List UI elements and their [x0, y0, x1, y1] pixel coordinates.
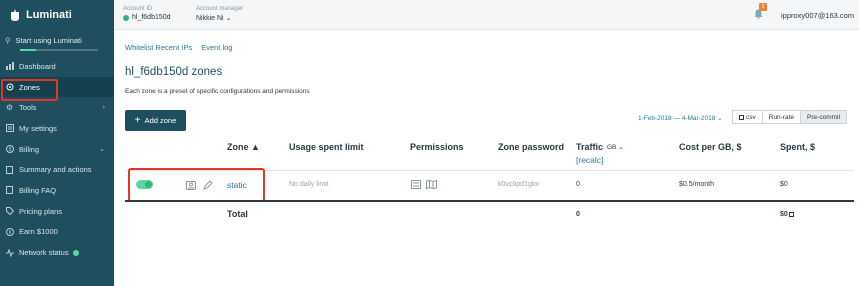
sidebar-item-label: Summary and actions	[19, 165, 92, 175]
sidebar-item-label: Dashboard	[19, 61, 56, 71]
gear-icon: ⚙	[5, 103, 14, 113]
pulse-icon	[5, 248, 14, 257]
info-box-icon[interactable]	[788, 212, 794, 217]
bar-chart-icon	[5, 62, 14, 71]
sidebar-item-label: Billing FAQ	[19, 185, 57, 195]
spent-value: $0	[780, 181, 788, 188]
total-spent-value: $0	[780, 211, 788, 218]
dollar-icon: $	[5, 145, 14, 154]
total-divider	[125, 200, 854, 202]
traffic-unit-select[interactable]: GB ⌄	[607, 143, 624, 151]
account-manager-value: Nikkie Ni	[196, 15, 224, 22]
recalc-link[interactable]: [recalc]	[576, 155, 603, 165]
traffic-value: 0	[576, 181, 580, 188]
luminati-logo-icon	[11, 8, 19, 21]
spent-header: Spent, $	[780, 142, 816, 152]
sidebar-item-earn[interactable]: Earn $1000	[0, 222, 114, 243]
add-zone-button[interactable]: + Add zone	[125, 110, 186, 131]
lightbulb-icon: ⚲	[5, 36, 11, 45]
start-using-label: Start using Luminati	[15, 36, 82, 45]
account-manager-label: Account manager	[196, 6, 244, 12]
sidebar-item-billing[interactable]: $ Billing ⌄	[0, 139, 114, 160]
logo[interactable]: Luminati	[0, 0, 114, 30]
view-buttons: csv Run-rate Pre-commit	[732, 110, 848, 124]
sidebar-item-label: My settings	[19, 123, 57, 133]
account-id-value: hl_f6db150d	[132, 14, 171, 21]
sidebar-item-label: Tools	[19, 103, 37, 113]
sidebar-item-dashboard[interactable]: Dashboard	[0, 56, 114, 77]
zone-header-label: Zone	[227, 142, 249, 152]
status-dot	[72, 249, 79, 256]
cost-value: $0.5/month	[679, 181, 715, 188]
date-range-picker[interactable]: 1-Feb-2018 — 4-Mar-2018 ⌄	[638, 114, 723, 122]
event-log-link[interactable]: Event log	[201, 43, 232, 52]
sidebar-item-billing-faq[interactable]: Billing FAQ	[0, 180, 114, 201]
top-bar: Account ID hl_f6db150d Account manager N…	[114, 0, 859, 30]
whitelist-link[interactable]: Whitelist Recent IPs	[125, 43, 192, 52]
list-icon[interactable]	[411, 180, 421, 189]
chevron-down-icon: ⌄	[717, 115, 723, 122]
traffic-header: Traffic	[576, 142, 604, 152]
plus-icon: +	[134, 115, 141, 126]
csv-icon	[739, 114, 744, 120]
sidebar-item-label: Network status	[19, 248, 69, 258]
svg-text:$: $	[8, 147, 11, 153]
permissions-header: Permissions	[410, 142, 464, 152]
account-manager[interactable]: Account manager Nikkie Ni ⌄	[196, 6, 243, 22]
chevron-down-icon: ⌄	[225, 15, 232, 22]
zone-header[interactable]: Zone ▲	[227, 142, 260, 152]
usage-header: Usage spent limit	[289, 142, 364, 152]
sort-asc-icon: ▲	[251, 142, 260, 152]
cost-header: Cost per GB, $	[679, 142, 742, 152]
total-spent: $0	[780, 211, 794, 218]
sidebar-item-label: Billing	[19, 144, 40, 154]
account-id: Account ID hl_f6db150d	[123, 6, 171, 21]
chevron-down-icon: ⌄	[618, 144, 624, 151]
app-name: Luminati	[26, 9, 72, 21]
sidebar-item-label: Earn $1000	[19, 227, 58, 237]
document-icon	[5, 186, 14, 195]
total-traffic: 0	[576, 211, 580, 218]
notification-badge: 1	[759, 3, 767, 11]
settings-icon	[5, 124, 14, 133]
start-using-section[interactable]: ⚲ Start using Luminati	[0, 30, 114, 56]
page-description: Each zone is a preset of specific config…	[125, 88, 310, 95]
sidebar-item-summary[interactable]: Summary and actions	[0, 159, 114, 180]
csv-button[interactable]: csv	[732, 110, 763, 124]
user-email[interactable]: ipproxy007@163.com	[781, 11, 854, 20]
run-rate-button[interactable]: Run-rate	[761, 110, 802, 124]
highlight-box-zones	[1, 79, 58, 101]
sidebar-item-network-status[interactable]: Network status	[0, 242, 114, 263]
date-range-value: 1-Feb-2018 — 4-Mar-2018	[638, 115, 716, 122]
tag-icon	[5, 207, 14, 216]
account-id-label: Account ID	[123, 6, 153, 12]
pre-commit-button[interactable]: Pre-commit	[800, 110, 848, 124]
chevron-down-icon: ⌄	[99, 146, 105, 154]
total-label: Total	[227, 209, 248, 219]
add-zone-label: Add zone	[144, 116, 177, 125]
usage-limit-value: No daily limit	[289, 181, 329, 188]
onboarding-progress	[20, 49, 98, 51]
account-status-dot	[123, 14, 129, 21]
document-icon	[5, 165, 14, 174]
traffic-unit-value: GB	[607, 144, 617, 151]
earn-icon	[5, 227, 14, 236]
password-header: Zone password	[498, 142, 565, 152]
top-links: Whitelist Recent IPs Event log	[125, 43, 239, 52]
map-icon[interactable]	[426, 180, 437, 189]
pre-commit-label: Pre-commit	[807, 113, 841, 121]
sidebar-item-label: Pricing plans	[19, 206, 62, 216]
zone-password-value: k0vc6pd1glor	[498, 181, 540, 188]
chevron-right-icon: ›	[102, 104, 105, 112]
sidebar: Luminati ⚲ Start using Luminati Dashboar…	[0, 0, 114, 286]
highlight-box-zone-row	[128, 168, 265, 202]
csv-label: csv	[746, 113, 756, 121]
page-title: hl_f6db150d zones	[125, 66, 223, 78]
sidebar-item-pricing-plans[interactable]: Pricing plans	[0, 201, 114, 222]
run-rate-label: Run-rate	[768, 113, 795, 121]
sidebar-item-my-settings[interactable]: My settings	[0, 118, 114, 139]
